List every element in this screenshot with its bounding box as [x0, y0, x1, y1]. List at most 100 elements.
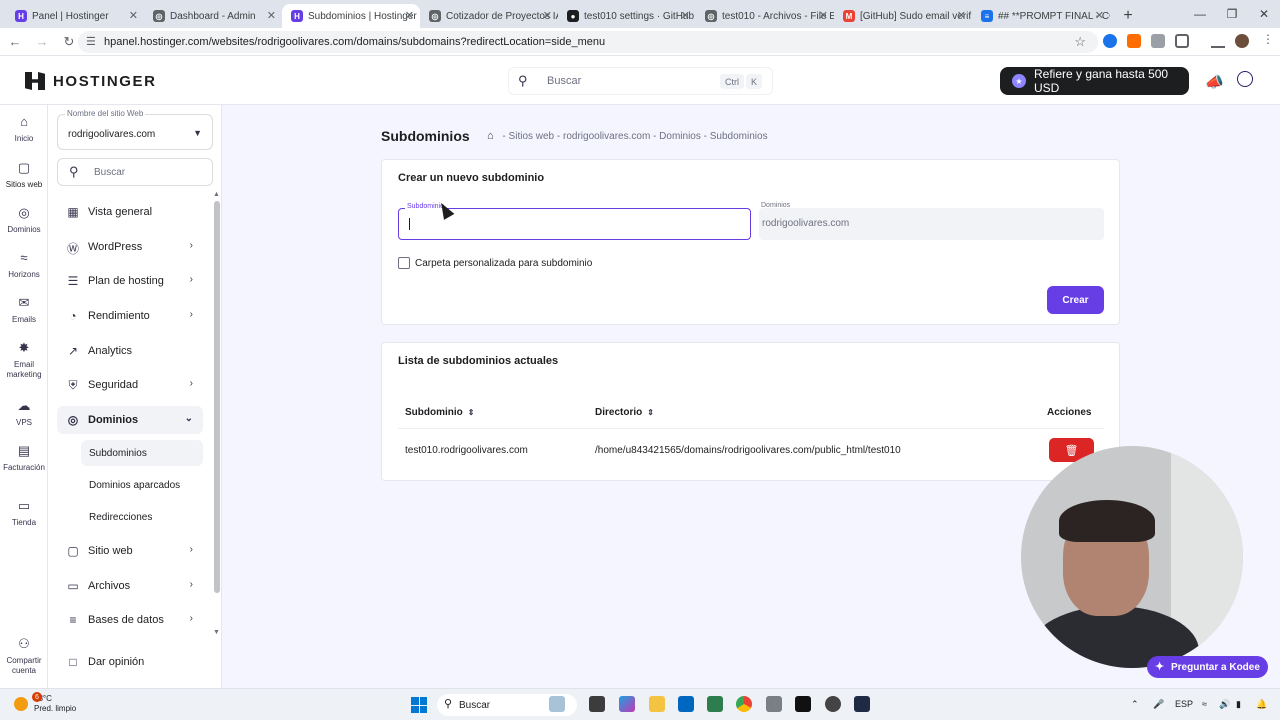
rail-item-horizons[interactable]: ≈ Horizons [0, 251, 48, 280]
scroll-down-icon[interactable]: ▼ [213, 629, 220, 636]
sidebar-item-plan-de-hosting[interactable]: ☰ Plan de hosting › [57, 267, 203, 295]
sidebar-item-archivos[interactable]: ▭ Archivos › [57, 572, 203, 600]
file-explorer-icon[interactable] [649, 696, 665, 712]
sidebar-search-input[interactable]: ⚲ Buscar [57, 158, 213, 186]
back-icon[interactable]: ← [3, 30, 27, 54]
browser-tab[interactable]: H Subdominios | Hostinger ✕ [282, 4, 420, 28]
sidebar-subitem-dominios-aparcados[interactable]: Dominios aparcados [81, 472, 203, 498]
rail-item-compartir-cuenta[interactable]: ⚇ Compartir cuenta [0, 637, 48, 676]
volume-icon[interactable]: 🔊 [1219, 699, 1230, 710]
tab-favicon-icon: ◎ [429, 10, 441, 22]
home-icon[interactable]: ⌂ [487, 130, 494, 142]
weather-widget[interactable]: 6 28°C Pred. limpio [14, 692, 76, 714]
browser-tab[interactable]: ≡ ## **PROMPT FINAL - CO ✕ [972, 4, 1110, 28]
microphone-icon[interactable]: 🎤 [1153, 699, 1164, 710]
close-tab-icon[interactable]: ✕ [1095, 9, 1104, 22]
hostinger-logo[interactable]: HOSTINGER [25, 72, 157, 90]
taskbar-app-icon[interactable] [589, 696, 605, 712]
sidebar-item-vista-general[interactable]: ▦ Vista general [57, 198, 203, 226]
taskbar-app-icon[interactable] [707, 696, 723, 712]
start-button[interactable] [411, 697, 427, 713]
create-button[interactable]: Crear [1047, 286, 1104, 314]
browser-tab[interactable]: ● test010 settings · GitHub ✕ [558, 4, 696, 28]
ask-kodee-button[interactable]: ✦ Preguntar a Kodee [1147, 656, 1268, 678]
close-tab-icon[interactable]: ✕ [405, 9, 414, 22]
account-icon[interactable] [1237, 71, 1253, 87]
extension-icon[interactable] [1103, 34, 1117, 48]
close-tab-icon[interactable]: ✕ [543, 9, 552, 22]
close-window-icon[interactable]: ✕ [1248, 0, 1280, 28]
rail-item-email-marketing[interactable]: ✸ Email marketing [0, 341, 48, 380]
browser-tab[interactable]: H Panel | Hostinger ✕ [6, 4, 144, 28]
scroll-up-icon[interactable]: ▲ [213, 191, 220, 198]
browser-tab[interactable]: ◎ test010 - Archivos - File E ✕ [696, 4, 834, 28]
sidebar-item-seguridad[interactable]: ⛨ Seguridad › [57, 371, 203, 399]
global-search-input[interactable]: ⚲ Buscar Ctrl K [508, 67, 773, 95]
notifications-icon[interactable]: 🔔 [1256, 699, 1267, 710]
restore-icon[interactable]: ❐ [1216, 0, 1248, 28]
profile-avatar[interactable] [1235, 34, 1249, 48]
rail-item-tienda[interactable]: ▭ Tienda [0, 499, 48, 528]
url-field[interactable]: ☰ hpanel.hostinger.com/websites/rodrigoo… [78, 31, 1098, 53]
site-selector[interactable]: Nombre del sitio Web rodrigoolivares.com… [57, 109, 213, 150]
new-tab-icon[interactable]: + [1116, 4, 1140, 28]
language-indicator[interactable]: ESP [1175, 699, 1193, 709]
forward-icon[interactable]: → [30, 30, 54, 54]
sidebar-item-sitio-web[interactable]: ▢ Sitio web › [57, 537, 203, 565]
close-tab-icon[interactable]: ✕ [267, 9, 276, 22]
site-info-icon[interactable]: ☰ [86, 35, 96, 48]
taskbar-app-icon[interactable] [549, 696, 565, 712]
browser-menu-icon[interactable]: ⋮ [1262, 32, 1276, 46]
sidebar-subitem-redirecciones[interactable]: Redirecciones [81, 504, 203, 530]
close-tab-icon[interactable]: ✕ [819, 9, 828, 22]
sidebar-scrollbar[interactable] [214, 201, 220, 593]
sidebar-subitem-subdominios[interactable]: Subdominios [81, 440, 203, 466]
sidebar-item-wordpress[interactable]: Ⓦ WordPress › [57, 233, 203, 261]
browser-tab[interactable]: ◎ Dashboard - Admin ✕ [144, 4, 282, 28]
copilot-icon[interactable] [619, 696, 635, 712]
tray-chevron-icon[interactable]: ⌃ [1131, 699, 1139, 710]
taskbar-app-icon[interactable] [854, 696, 870, 712]
minimize-icon[interactable]: — [1184, 0, 1216, 28]
column-header-subdomain[interactable]: Subdominio ⇕ [405, 407, 474, 418]
close-tab-icon[interactable]: ✕ [681, 9, 690, 22]
breadcrumb-item[interactable]: rodrigoolivares.com [563, 131, 650, 142]
rail-item-vps[interactable]: ☁ VPS [0, 399, 48, 428]
wifi-icon[interactable]: ≈ [1202, 699, 1207, 709]
rail-item-sitios-web[interactable]: ▢ Sitios web [0, 161, 48, 190]
rail-item-emails[interactable]: ✉ Emails [0, 296, 48, 325]
sidebar-item-analytics[interactable]: ↗ Analytics [57, 337, 203, 365]
extension-icon[interactable] [1127, 34, 1141, 48]
custom-folder-label[interactable]: Carpeta personalizada para subdominio [415, 258, 592, 269]
sidebar-item-dominios[interactable]: ◎ Dominios ⌄ [57, 406, 203, 434]
breadcrumb-separator: - [700, 130, 710, 142]
browser-tab[interactable]: M [GitHub] Sudo email verif ✕ [834, 4, 972, 28]
breadcrumb-item[interactable]: Sitios web [509, 131, 555, 142]
extensions-puzzle-icon[interactable] [1175, 34, 1189, 48]
taskbar-app-icon[interactable] [825, 696, 841, 712]
close-tab-icon[interactable]: ✕ [957, 9, 966, 22]
extension-icon[interactable] [1151, 34, 1165, 48]
rail-item-inicio[interactable]: ⌂ Inicio [0, 115, 48, 144]
browser-tab[interactable]: ◎ Cotizador de Proyectos IA ✕ [420, 4, 558, 28]
megaphone-icon[interactable]: 📣 [1205, 73, 1224, 91]
rail-item-dominios[interactable]: ◎ Dominios [0, 206, 48, 235]
taskbar-app-icon[interactable] [795, 696, 811, 712]
download-icon[interactable] [1211, 34, 1225, 48]
row-directory[interactable]: /home/u843421565/domains/rodrigoolivares… [595, 445, 901, 456]
custom-folder-checkbox[interactable] [398, 257, 410, 269]
sort-icon: ⇕ [647, 408, 654, 417]
store-icon[interactable] [678, 696, 694, 712]
column-header-directory[interactable]: Directorio ⇕ [595, 407, 654, 418]
sidebar-item-rendimiento[interactable]: ◔ Rendimiento › [57, 302, 203, 330]
chrome-icon[interactable] [736, 696, 752, 712]
refer-button[interactable]: ★ Refiere y gana hasta 500 USD [1000, 67, 1189, 95]
sidebar-item-bases-de-datos[interactable]: ≡ Bases de datos › [57, 606, 203, 634]
taskbar-app-icon[interactable] [766, 696, 782, 712]
breadcrumb-item[interactable]: Dominios [659, 131, 701, 142]
close-tab-icon[interactable]: ✕ [129, 9, 138, 22]
sidebar-item-dar-opinion[interactable]: □ Dar opinión [57, 648, 203, 676]
bookmark-star-icon[interactable]: ☆ [1074, 34, 1086, 50]
rail-item-facturacion[interactable]: ▤ Facturación [0, 444, 48, 473]
battery-icon[interactable]: ▮ [1236, 699, 1241, 710]
